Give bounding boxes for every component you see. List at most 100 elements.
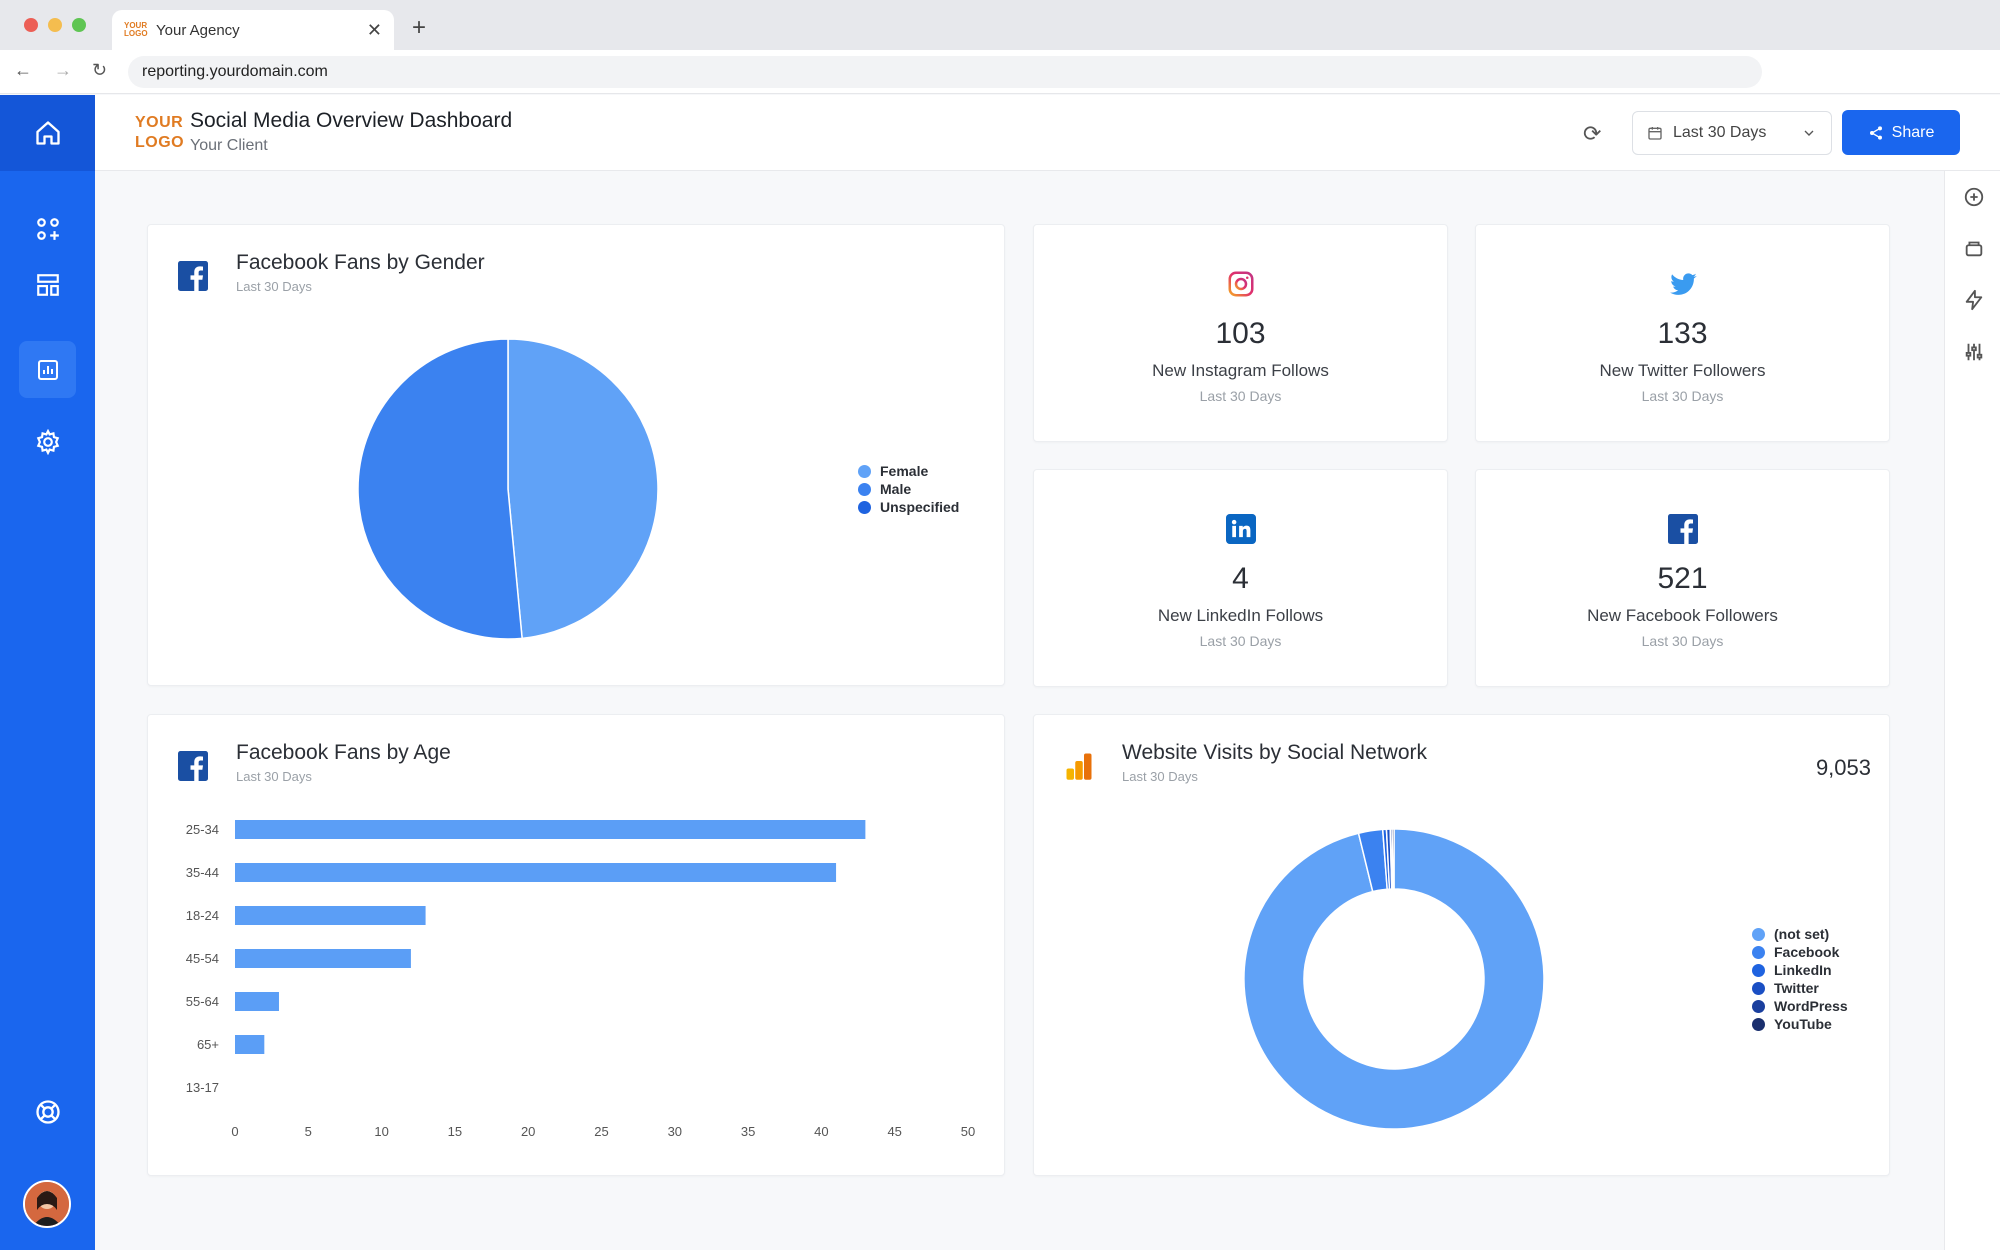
url-input[interactable]: reporting.yourdomain.com: [128, 56, 1762, 88]
stat-value: 4: [1232, 562, 1249, 595]
legend-item[interactable]: Facebook: [1752, 943, 1848, 961]
age-card-title: Facebook Fans by Age: [236, 741, 451, 764]
layers-button[interactable]: [1962, 236, 1986, 260]
home-button[interactable]: [0, 95, 95, 171]
stat-value: 133: [1657, 317, 1708, 350]
right-toolbar: [1944, 171, 2000, 1250]
legend-item[interactable]: Unspecified: [858, 498, 959, 516]
chevron-down-icon: [1804, 130, 1814, 136]
visits-card-title: Website Visits by Social Network: [1122, 741, 1428, 764]
add-widget-button[interactable]: [1962, 185, 1986, 209]
visits-card: Website Visits by Social Network Last 30…: [1033, 714, 1890, 1176]
visits-donut-chart: [1243, 828, 1545, 1130]
client-name: Your Client: [190, 137, 268, 154]
settings-button[interactable]: [19, 413, 76, 470]
date-range-select[interactable]: Last 30 Days: [1632, 111, 1832, 155]
reload-icon[interactable]: ↻: [92, 60, 107, 81]
bar-55-64[interactable]: [235, 992, 279, 1011]
tab-title: Your Agency: [156, 21, 240, 39]
maximize-window-button[interactable]: [72, 18, 86, 32]
legend-item[interactable]: WordPress: [1752, 997, 1848, 1015]
age-bar-chart: 25-34 35-44 18-24 45-54 55-64 65+ 13-17 0 5 10 15 2…: [186, 820, 975, 1139]
stat-value: 521: [1657, 562, 1708, 595]
age-card: Facebook Fans by Age Last 30 Days 25-34 3…: [147, 714, 1005, 1176]
stat-subtitle: Last 30 Days: [1641, 388, 1724, 404]
legend-item[interactable]: Female: [858, 462, 959, 480]
home-icon: [35, 121, 60, 145]
legend-label: LinkedIn: [1774, 962, 1832, 978]
legend-swatch: [858, 482, 871, 496]
support-button[interactable]: [19, 1083, 76, 1140]
stat-card-facebook: 521 New Facebook Followers Last 30 Days: [1475, 469, 1890, 687]
bar-35-44[interactable]: [235, 863, 837, 882]
widgets-button[interactable]: [19, 200, 76, 257]
dashboard-header: YOUR LOGO Social Media Overview Dashboar…: [95, 95, 2000, 171]
refresh-icon[interactable]: ⟳: [1583, 121, 1601, 147]
x-tick-label: 35: [741, 1124, 755, 1139]
browser-tab[interactable]: YOUR LOGO Your Agency ✕: [112, 10, 394, 50]
sliders-icon: [1965, 343, 1983, 361]
bar-45-54[interactable]: [235, 949, 411, 968]
legend-label: Facebook: [1774, 944, 1840, 960]
legend-item[interactable]: LinkedIn: [1752, 961, 1848, 979]
legend-swatch: [858, 464, 871, 478]
legend-swatch: [1752, 1017, 1765, 1031]
y-tick-label: 65+: [197, 1037, 219, 1052]
slice-youtube[interactable]: [1391, 828, 1395, 890]
stat-label: New Instagram Follows: [1152, 361, 1329, 380]
x-tick-label: 10: [374, 1124, 388, 1139]
gender-legend: Female Male Unspecified: [858, 462, 959, 516]
gender-card-subtitle: Last 30 Days: [236, 279, 312, 294]
layout-icon: [36, 273, 59, 296]
bar-chart-icon: [37, 359, 58, 380]
stat-label: New Twitter Followers: [1599, 361, 1766, 380]
stat-label: New Facebook Followers: [1587, 606, 1778, 625]
legend-item[interactable]: Twitter: [1752, 979, 1848, 997]
x-tick-label: 20: [521, 1124, 535, 1139]
x-tick-label: 50: [961, 1124, 975, 1139]
avatar[interactable]: [23, 1180, 71, 1228]
filters-button[interactable]: [1962, 340, 1986, 364]
bar-25-34[interactable]: [235, 820, 866, 839]
y-tick-label: 13-17: [186, 1080, 219, 1095]
legend-item[interactable]: Male: [858, 480, 959, 498]
y-tick-label: 45-54: [186, 951, 219, 966]
age-card-subtitle: Last 30 Days: [236, 769, 312, 784]
close-window-button[interactable]: [24, 18, 38, 32]
slice-male[interactable]: [357, 338, 523, 640]
share-button[interactable]: Share: [1842, 110, 1960, 155]
sidebar: [0, 95, 95, 1250]
legend-swatch: [1752, 981, 1765, 995]
bar-18-24[interactable]: [235, 906, 426, 925]
user-avatar-icon: [25, 1182, 69, 1226]
minimize-window-button[interactable]: [48, 18, 62, 32]
date-range-label: Last 30 Days: [1673, 124, 1767, 141]
bar-65+[interactable]: [235, 1035, 265, 1054]
back-icon[interactable]: ←: [14, 60, 32, 81]
layouts-button[interactable]: [19, 256, 76, 313]
forward-icon[interactable]: →: [54, 60, 72, 81]
x-tick-label: 0: [231, 1124, 238, 1139]
stat-card-twitter: 133 New Twitter Followers Last 30 Days: [1475, 224, 1890, 442]
slice-female[interactable]: [507, 338, 659, 640]
automations-button[interactable]: [1962, 288, 1986, 312]
stat-value: 103: [1215, 317, 1266, 350]
analytics-icon: [1064, 751, 1094, 786]
stat-card-linkedin: 4 New LinkedIn Follows Last 30 Days: [1033, 469, 1448, 687]
stat-card-instagram: 103 New Instagram Follows Last 30 Days: [1033, 224, 1448, 442]
close-tab-icon[interactable]: ✕: [367, 20, 382, 41]
legend-swatch: [1752, 945, 1765, 959]
reports-button[interactable]: [19, 341, 76, 398]
y-tick-label: 55-64: [186, 994, 219, 1009]
facebook-icon: [1476, 514, 1889, 544]
new-tab-icon[interactable]: +: [412, 14, 426, 42]
gear-icon: [36, 428, 59, 455]
x-tick-label: 25: [594, 1124, 608, 1139]
stat-subtitle: Last 30 Days: [1199, 633, 1282, 649]
legend-label: Male: [880, 481, 912, 497]
legend-label: Twitter: [1774, 980, 1819, 996]
legend-item[interactable]: YouTube: [1752, 1015, 1848, 1033]
share-icon: [1869, 125, 1882, 140]
x-tick-label: 5: [305, 1124, 312, 1139]
legend-item[interactable]: (not set): [1752, 925, 1848, 943]
